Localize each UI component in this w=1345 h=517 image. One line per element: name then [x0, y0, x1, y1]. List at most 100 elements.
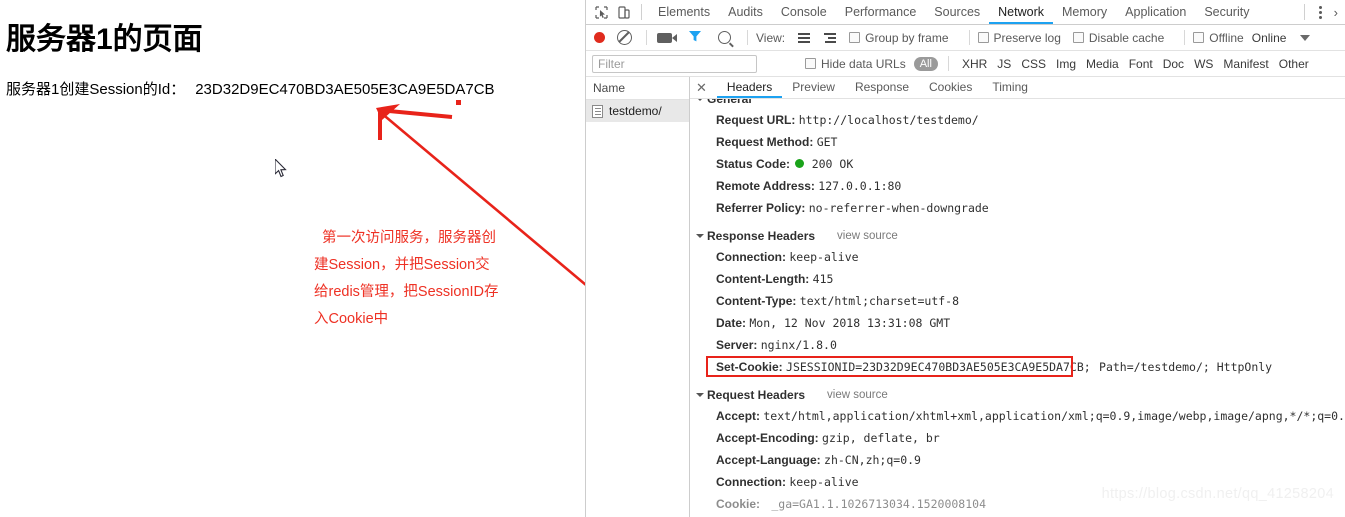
record-dot-icon — [594, 32, 605, 43]
request-row-testdemo[interactable]: testdemo/ — [586, 100, 689, 122]
tab-audits[interactable]: Audits — [719, 0, 772, 24]
clear-button[interactable] — [611, 30, 638, 45]
filter-type-xhr[interactable]: XHR — [957, 57, 992, 71]
section-general-header[interactable]: General — [690, 99, 1345, 109]
filter-input[interactable] — [592, 54, 757, 73]
tab-sources[interactable]: Sources — [925, 0, 989, 24]
disable-cache-checkbox[interactable]: Disable cache — [1072, 31, 1176, 45]
header-row-remote-address: Remote Address: 127.0.0.1:80 — [690, 175, 1345, 197]
filter-type-img[interactable]: Img — [1051, 57, 1081, 71]
header-value: _ga=GA1.1.1026713034.1520008104 — [771, 497, 986, 511]
header-name: Accept: — [716, 409, 761, 423]
disclosure-triangle-icon — [696, 234, 704, 238]
section-request-headers-title: Request Headers — [707, 388, 806, 402]
tab-performance[interactable]: Performance — [836, 0, 926, 24]
tab-console[interactable]: Console — [772, 0, 836, 24]
filter-type-media[interactable]: Media — [1081, 57, 1124, 71]
section-response-headers-header[interactable]: Response Headers view source — [690, 227, 1345, 246]
inspect-element-icon[interactable] — [590, 1, 612, 23]
filter-type-js[interactable]: JS — [992, 57, 1016, 71]
annotation-line-1: 第一次访问服务，服务器创 — [322, 230, 496, 246]
tab-elements[interactable]: Elements — [649, 0, 719, 24]
checkbox-box — [805, 58, 816, 69]
annotation-text: 第一次访问服务，服务器创 建Session，并把Session交 给redis管… — [314, 225, 529, 333]
header-value: Mon, 12 Nov 2018 13:31:08 GMT — [749, 316, 951, 330]
header-value: 200 OK — [811, 157, 854, 171]
section-request-headers-header[interactable]: Request Headers view source — [690, 386, 1345, 405]
annotation-line-3: 给redis管理，把SessionID存 — [314, 284, 499, 300]
filter-type-css[interactable]: CSS — [1016, 57, 1051, 71]
funnel-icon — [689, 31, 701, 42]
hide-data-urls-checkbox[interactable]: Hide data URLs — [805, 57, 914, 71]
view-source-link-response[interactable]: view source — [837, 230, 898, 242]
group-by-frame-checkbox[interactable]: Group by frame — [849, 31, 960, 45]
request-name-label: testdemo/ — [609, 104, 662, 118]
filter-type-all[interactable]: All — [913, 56, 938, 71]
detail-tab-response[interactable]: Response — [845, 77, 919, 98]
header-name: Server: — [716, 338, 758, 352]
header-value: text/html;charset=utf-8 — [799, 294, 960, 308]
throttling-select[interactable]: Online — [1252, 31, 1287, 45]
record-button[interactable] — [592, 32, 611, 43]
detail-tab-preview[interactable]: Preview — [782, 77, 845, 98]
tab-network[interactable]: Network — [989, 0, 1053, 24]
header-value: nginx/1.8.0 — [760, 338, 837, 352]
header-row-accept-language: Accept-Language: zh-CN,zh;q=0.9 — [690, 449, 1345, 471]
annotation-line-4: 入Cookie中 — [314, 311, 389, 327]
header-row-connection-req: Connection: keep-alive — [690, 471, 1345, 493]
header-value: 127.0.0.1:80 — [818, 179, 902, 193]
filter-type-font[interactable]: Font — [1124, 57, 1158, 71]
search-button[interactable] — [710, 31, 739, 44]
detail-tab-cookies[interactable]: Cookies — [919, 77, 982, 98]
network-filter-toolbar: Hide data URLs All XHR JS CSS Img Media … — [586, 51, 1345, 77]
header-name: Accept-Language: — [716, 453, 821, 467]
close-icon[interactable]: ✕ — [696, 81, 707, 94]
hide-data-urls-label: Hide data URLs — [821, 56, 906, 71]
preserve-log-checkbox[interactable]: Preserve log — [977, 31, 1073, 45]
header-name: Connection: — [716, 250, 786, 264]
toolbar-divider-1 — [646, 30, 647, 45]
filter-type-ws[interactable]: WS — [1189, 57, 1218, 71]
tab-security[interactable]: Security — [1195, 0, 1258, 24]
list-view-icon — [798, 32, 811, 43]
tab-memory[interactable]: Memory — [1053, 0, 1116, 24]
header-name: Set-Cookie: — [716, 360, 783, 374]
group-by-frame-label: Group by frame — [865, 30, 949, 45]
section-response-headers-title: Response Headers — [707, 229, 816, 243]
tab-application[interactable]: Application — [1116, 0, 1195, 24]
toggle-device-toolbar-icon[interactable] — [612, 1, 634, 23]
annotation-line-2: 建Session，并把Session交 — [314, 257, 490, 273]
header-row-request-url: Request URL: http://localhost/testdemo/ — [690, 109, 1345, 131]
view-source-link-request[interactable]: view source — [827, 389, 888, 401]
detail-tab-timing[interactable]: Timing — [982, 77, 1038, 98]
more-tabs-chevron-icon[interactable]: › — [1330, 5, 1342, 20]
filter-toggle-button[interactable] — [680, 29, 710, 46]
filterbar-divider — [947, 56, 949, 71]
header-row-accept-encoding: Accept-Encoding: gzip, deflate, br — [690, 427, 1345, 449]
checkbox-box — [1193, 32, 1205, 43]
toolbar-divider-3 — [968, 30, 970, 45]
chevron-down-icon[interactable] — [1300, 34, 1311, 41]
header-row-content-length: Content-Length: 415 — [690, 268, 1345, 290]
header-value: keep-alive — [789, 475, 859, 489]
annotation-arrow — [376, 100, 585, 286]
toolbar-divider-2 — [747, 30, 748, 45]
filmstrip-button[interactable] — [655, 32, 680, 43]
list-view-button[interactable] — [791, 32, 817, 43]
header-row-connection-resp: Connection: keep-alive — [690, 246, 1345, 268]
header-name: Request Method: — [716, 135, 814, 149]
waterfall-view-button[interactable] — [817, 32, 843, 43]
set-cookie-attrs: Path=/testdemo/; HttpOnly — [1099, 360, 1273, 374]
detail-tab-headers[interactable]: Headers — [716, 77, 783, 98]
offline-checkbox[interactable]: Offline — [1193, 31, 1251, 45]
requests-list-pane: Name testdemo/ — [586, 77, 690, 517]
filter-type-doc[interactable]: Doc — [1158, 57, 1189, 71]
header-row-date: Date: Mon, 12 Nov 2018 13:31:08 GMT — [690, 312, 1345, 334]
filter-type-manifest[interactable]: Manifest — [1218, 57, 1273, 71]
header-row-request-method: Request Method: GET — [690, 131, 1345, 153]
disclosure-triangle-icon — [696, 393, 704, 397]
headers-scroll-area[interactable]: General Request URL: http://localhost/te… — [690, 99, 1345, 517]
header-row-accept: Accept: text/html,application/xhtml+xml,… — [690, 405, 1345, 427]
filter-type-other[interactable]: Other — [1274, 57, 1314, 71]
more-options-icon[interactable] — [1312, 5, 1330, 19]
